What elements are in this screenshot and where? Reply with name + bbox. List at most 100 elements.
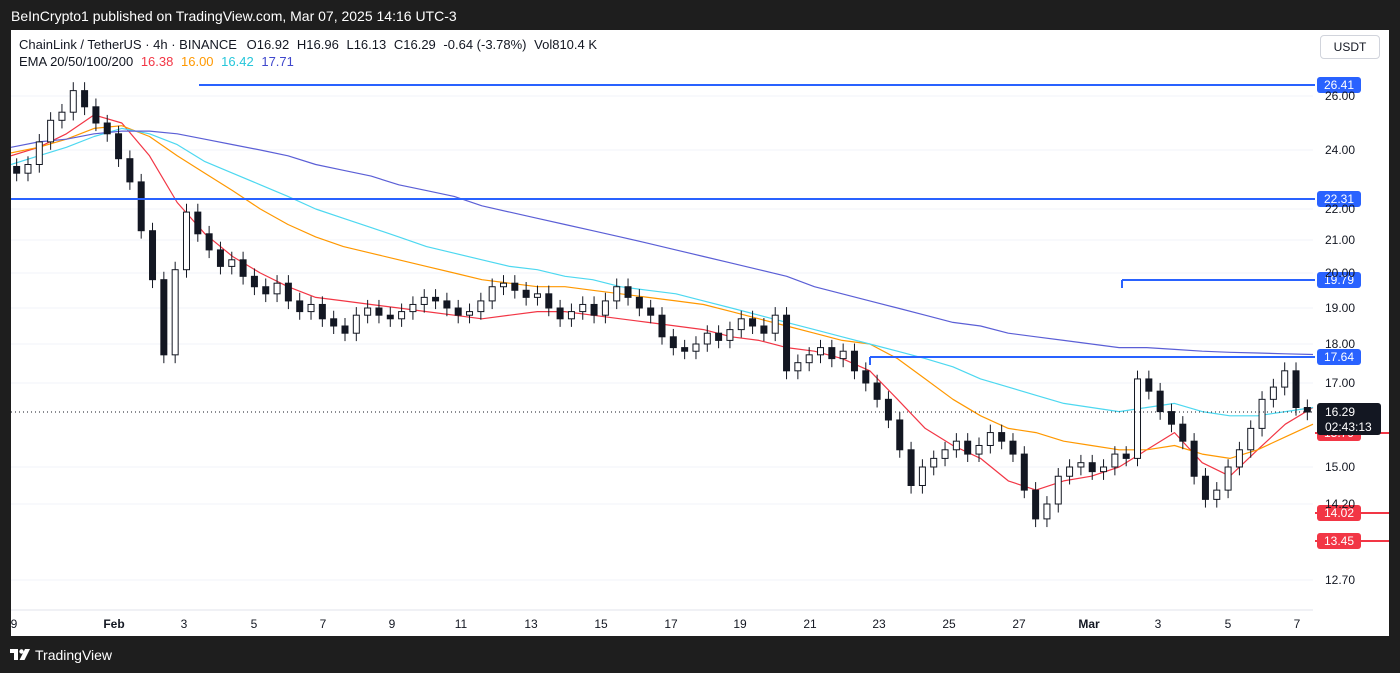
x-tick-label-0: 9	[11, 617, 18, 631]
candle-body-55	[635, 296, 643, 309]
countdown-label: 02:43:13	[1325, 420, 1372, 434]
candle-body-20	[239, 259, 247, 277]
candle-body-48	[556, 307, 564, 320]
candle-body-4	[58, 111, 66, 121]
x-tick-label-5: 9	[389, 617, 396, 631]
change-value: -0.64 (-3.78%)	[443, 37, 527, 52]
candle-body-28	[330, 318, 338, 327]
candle-body-84	[964, 440, 972, 455]
level-label-17.64: 17.64	[1324, 350, 1354, 364]
candle-body-21	[250, 275, 258, 288]
candle-body-0	[13, 165, 21, 174]
close-value: 16.29	[403, 37, 436, 52]
candle-body-78	[896, 419, 904, 451]
x-tick-label-17: 5	[1225, 617, 1232, 631]
ema200-value: 17.71	[261, 54, 294, 69]
publisher-header: BeInCrypto1 published on TradingView.com…	[0, 0, 1400, 30]
candle-body-61	[703, 332, 711, 345]
candle-body-23	[273, 282, 281, 295]
candle-body-105	[1201, 475, 1209, 500]
candle-body-53	[613, 286, 621, 302]
candle-body-76	[873, 382, 881, 400]
x-tick-label-14: 27	[1012, 617, 1026, 631]
candle-body-56	[647, 307, 655, 316]
volume-value: 810.4 K	[552, 37, 598, 52]
candle-body-45	[522, 289, 530, 298]
ema20-value: 16.38	[140, 54, 174, 69]
candle-body-5	[69, 90, 77, 113]
low-label: L	[346, 37, 354, 52]
candle-body-74	[850, 350, 858, 372]
candle-body-114	[1303, 407, 1311, 413]
candle-body-81	[930, 457, 938, 468]
candle-body-95	[1088, 462, 1096, 473]
candle-body-10	[126, 158, 134, 183]
candle-body-8	[103, 122, 111, 135]
candle-body-65	[749, 318, 757, 327]
candle-body-90	[1032, 489, 1040, 520]
ema100-value: 16.42	[221, 54, 254, 69]
candlestick-chart[interactable]: 26.4122.3119.7917.6415.7914.0213.4516.29…	[11, 30, 1389, 636]
candle-body-69	[794, 362, 802, 372]
symbol-info-line: ChainLink / TetherUS · 4h · BINANCE O 16.…	[19, 37, 597, 52]
candle-body-34	[398, 311, 406, 320]
candle-body-83	[952, 440, 960, 451]
open-label: O	[246, 37, 257, 52]
candle-body-60	[692, 343, 700, 352]
currency-button[interactable]: USDT	[1320, 35, 1380, 59]
candle-body-31	[364, 307, 372, 316]
candle-body-27	[318, 303, 326, 320]
candle-body-71	[817, 347, 825, 356]
candle-body-64	[737, 318, 745, 331]
x-tick-label-4: 7	[320, 617, 327, 631]
candle-body-113	[1292, 370, 1300, 409]
candle-body-1	[24, 163, 32, 174]
candle-body-87	[998, 432, 1006, 442]
candle-body-98	[1122, 453, 1130, 459]
candle-body-96	[1100, 466, 1108, 473]
candle-body-59	[681, 347, 689, 352]
low-value: 16.13	[353, 37, 387, 52]
y-tick-label-7: 17.00	[1325, 376, 1355, 390]
y-tick-label-9: 14.20	[1325, 497, 1355, 511]
y-tick-label-5: 19.00	[1325, 301, 1355, 315]
ema50-value: 16.00	[181, 54, 214, 69]
candle-body-82	[941, 449, 949, 459]
ema-legend: EMA 20/50/100/200 16.38 16.00 16.42 17.7…	[19, 54, 294, 69]
high-value: 16.96	[306, 37, 339, 52]
candle-body-70	[805, 354, 813, 364]
candle-body-25	[296, 300, 304, 313]
candle-body-19	[228, 259, 236, 267]
candle-body-39	[454, 307, 462, 316]
x-tick-label-2: 3	[181, 617, 188, 631]
candle-body-97	[1111, 453, 1119, 468]
candle-body-26	[307, 303, 315, 313]
x-tick-label-6: 11	[455, 617, 468, 631]
candle-body-46	[533, 293, 541, 298]
candle-body-99	[1134, 378, 1142, 459]
candle-body-73	[839, 350, 847, 360]
candle-body-16	[194, 211, 202, 235]
candle-body-77	[884, 398, 892, 421]
candle-body-52	[601, 300, 609, 316]
x-tick-label-3: 5	[251, 617, 258, 631]
candle-body-104	[1190, 440, 1198, 477]
candle-body-35	[409, 303, 417, 313]
x-tick-label-1: Feb	[103, 617, 124, 631]
candle-body-108	[1235, 449, 1243, 468]
y-tick-label-3: 21.00	[1325, 233, 1355, 247]
candle-body-102	[1167, 411, 1175, 425]
high-label: H	[296, 37, 307, 52]
x-tick-label-15: Mar	[1078, 617, 1100, 631]
y-tick-label-1: 24.00	[1325, 143, 1355, 157]
footer-brand: TradingView	[35, 647, 113, 663]
ema-line-100	[11, 127, 1314, 417]
y-tick-label-10: 12.70	[1325, 573, 1355, 587]
publisher-text: BeInCrypto1 published on TradingView.com…	[11, 8, 457, 24]
candle-body-88	[1009, 440, 1017, 455]
candle-body-36	[420, 296, 428, 305]
candle-body-32	[375, 307, 383, 316]
candle-body-63	[726, 329, 734, 341]
symbol-name: ChainLink / TetherUS · 4h · BINANCE	[19, 37, 237, 52]
y-tick-label-8: 15.00	[1325, 460, 1355, 474]
